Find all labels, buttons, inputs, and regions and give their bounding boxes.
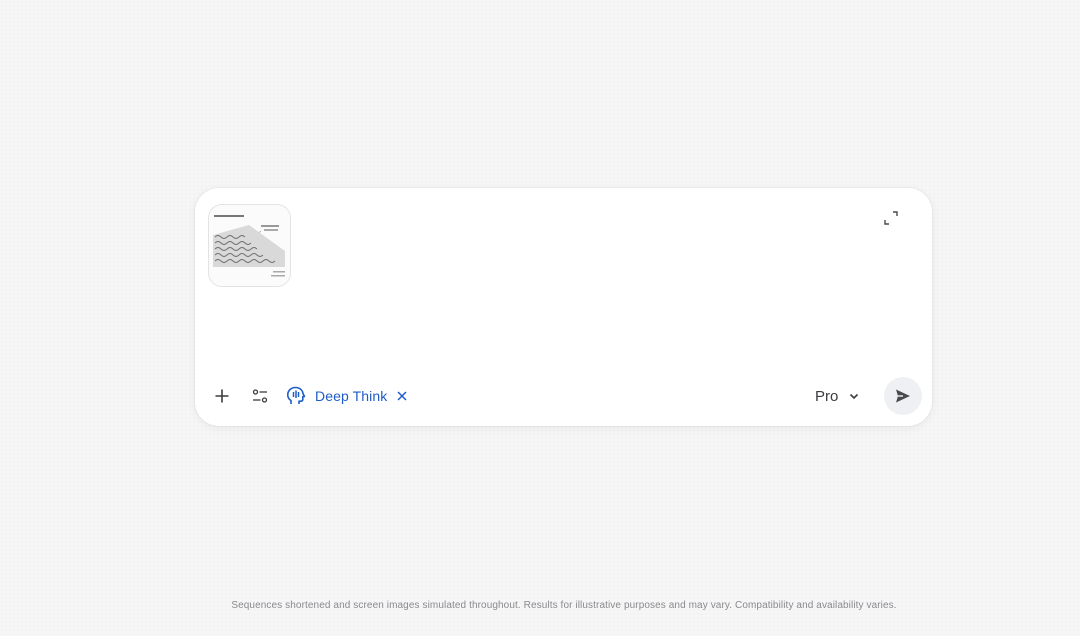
expand-icon (884, 211, 898, 225)
add-button[interactable] (209, 376, 235, 416)
model-label: Pro (815, 387, 839, 405)
composer-toolbar: Deep Think Pro (195, 376, 932, 416)
plus-icon (215, 389, 229, 403)
chevron-down-icon (850, 393, 859, 400)
attached-image-thumbnail[interactable] (208, 204, 291, 287)
page: Deep Think Pro Sequences shortened and s… (0, 0, 1080, 636)
tools-sliders-icon (252, 389, 268, 403)
tools-button[interactable] (247, 376, 273, 416)
deep-think-chip[interactable]: Deep Think (285, 376, 409, 416)
send-button[interactable] (884, 377, 922, 415)
send-icon (896, 389, 910, 403)
attached-image-preview (209, 205, 290, 286)
deep-think-icon (286, 386, 306, 404)
prompt-composer: Deep Think Pro (195, 188, 932, 426)
close-icon (397, 391, 407, 401)
model-selector[interactable]: Pro (815, 376, 860, 416)
deep-think-label: Deep Think (315, 388, 388, 404)
deep-think-close-button[interactable] (395, 389, 409, 403)
expand-button[interactable] (879, 206, 903, 230)
footer-disclaimer: Sequences shortened and screen images si… (231, 600, 897, 611)
